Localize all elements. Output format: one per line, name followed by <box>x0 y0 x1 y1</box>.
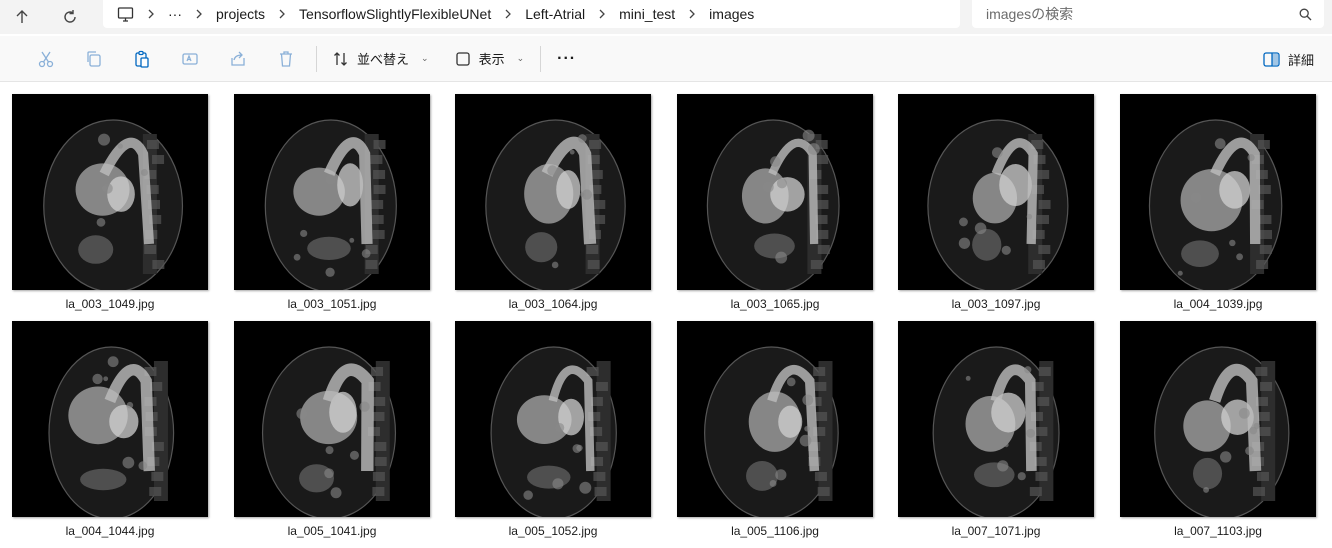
chevron-right-icon <box>595 9 609 19</box>
file-tile[interactable]: la_005_1041.jpg <box>224 309 434 538</box>
command-separator <box>540 45 542 72</box>
breadcrumb-item-unet[interactable]: TensorflowSlightlyFlexibleUNet <box>289 6 501 22</box>
new-chevron-icon <box>0 36 10 82</box>
chevron-right-icon <box>275 9 289 19</box>
details-pane-icon <box>1263 51 1280 67</box>
chevron-right-icon <box>685 9 699 19</box>
file-thumbnail <box>234 321 430 517</box>
refresh-icon <box>64 10 76 23</box>
file-name: la_007_1103.jpg <box>1174 524 1262 538</box>
file-thumbnail <box>677 321 873 517</box>
breadcrumb-item-left-atrial[interactable]: Left-Atrial <box>515 6 595 22</box>
chevron-down-icon: ⌄ <box>516 53 525 63</box>
more-button[interactable]: ··· <box>547 36 586 82</box>
file-tile[interactable]: la_007_1103.jpg <box>1110 309 1320 538</box>
view-button[interactable]: 表示 ⌄ <box>445 36 535 82</box>
command-bar: 並べ替え ⌄ 表示 ⌄ ··· 詳細 <box>0 36 1332 82</box>
up-button[interactable] <box>0 0 44 34</box>
this-pc-icon <box>117 6 134 22</box>
share-icon <box>231 51 245 66</box>
sort-label: 並べ替え <box>357 52 410 67</box>
file-tile[interactable]: la_003_1065.jpg <box>667 82 877 311</box>
this-pc-button[interactable] <box>113 6 144 22</box>
paste-icon <box>135 50 149 68</box>
arrow-up-icon <box>16 10 28 23</box>
file-name: la_004_1044.jpg <box>65 524 155 538</box>
copy-icon <box>87 50 101 67</box>
file-name: la_005_1106.jpg <box>731 524 819 538</box>
file-tile[interactable]: la_007_1071.jpg <box>888 309 1098 538</box>
cut-icon <box>38 51 54 67</box>
file-thumbnail <box>455 321 651 517</box>
file-tile[interactable]: la_003_1097.jpg <box>888 82 1098 311</box>
file-thumbnail <box>234 94 430 290</box>
file-thumbnail <box>677 94 873 290</box>
view-icon <box>455 51 470 66</box>
file-tile[interactable]: la_003_1049.jpg <box>2 82 212 311</box>
delete-button[interactable] <box>262 36 310 82</box>
details-label: 詳細 <box>1287 52 1314 68</box>
refresh-button[interactable] <box>48 0 92 34</box>
file-tile[interactable]: la_005_1106.jpg <box>667 309 877 538</box>
copy-button[interactable] <box>70 36 118 82</box>
delete-icon <box>280 50 292 67</box>
address-bar-row: ··· projects TensorflowSlightlyFlexibleU… <box>0 0 1332 34</box>
search-input[interactable]: imagesの検索 <box>972 0 1324 28</box>
file-tile[interactable]: la_005_1052.jpg <box>445 309 655 538</box>
share-button[interactable] <box>214 36 262 82</box>
breadcrumb[interactable]: ··· projects TensorflowSlightlyFlexibleU… <box>103 0 960 28</box>
search-icon <box>1299 8 1312 20</box>
file-tile[interactable]: la_003_1064.jpg <box>445 82 655 311</box>
search-placeholder: imagesの検索 <box>986 6 1074 22</box>
view-label: 表示 <box>478 52 505 67</box>
file-thumbnail <box>898 94 1094 290</box>
chevron-right-icon <box>501 9 515 19</box>
file-tile[interactable]: la_003_1051.jpg <box>224 82 434 311</box>
file-name: la_007_1071.jpg <box>951 524 1041 538</box>
file-tile[interactable]: la_004_1039.jpg <box>1110 82 1320 311</box>
rename-icon <box>182 52 198 65</box>
command-separator <box>316 45 317 72</box>
file-name: la_005_1052.jpg <box>508 524 598 538</box>
rename-button[interactable] <box>166 36 214 82</box>
chevron-down-icon: ⌄ <box>421 53 429 63</box>
file-thumbnail <box>1120 94 1316 290</box>
file-grid: la_003_1049.jpg la_003_1051.jpg la_003_106… <box>0 82 1332 548</box>
details-button[interactable]: 詳細 <box>1263 36 1314 82</box>
breadcrumb-item-projects[interactable]: projects <box>206 6 275 22</box>
file-tile[interactable]: la_004_1044.jpg <box>2 309 212 538</box>
sort-icon <box>334 51 347 66</box>
file-thumbnail <box>1120 321 1316 517</box>
breadcrumb-item-images[interactable]: images <box>699 6 764 22</box>
chevron-right-icon <box>144 9 158 19</box>
file-thumbnail <box>12 94 208 290</box>
sort-button[interactable]: 並べ替え ⌄ <box>323 36 439 82</box>
chevron-right-icon <box>192 9 206 19</box>
file-thumbnail <box>12 321 208 517</box>
more-icon: ··· <box>557 49 577 67</box>
breadcrumb-overflow[interactable]: ··· <box>158 6 192 22</box>
file-thumbnail <box>898 321 1094 517</box>
paste-button[interactable] <box>118 36 166 82</box>
file-thumbnail <box>455 94 651 290</box>
file-name: la_005_1041.jpg <box>287 524 377 538</box>
cut-button[interactable] <box>22 36 70 82</box>
breadcrumb-item-mini-test[interactable]: mini_test <box>609 6 685 22</box>
